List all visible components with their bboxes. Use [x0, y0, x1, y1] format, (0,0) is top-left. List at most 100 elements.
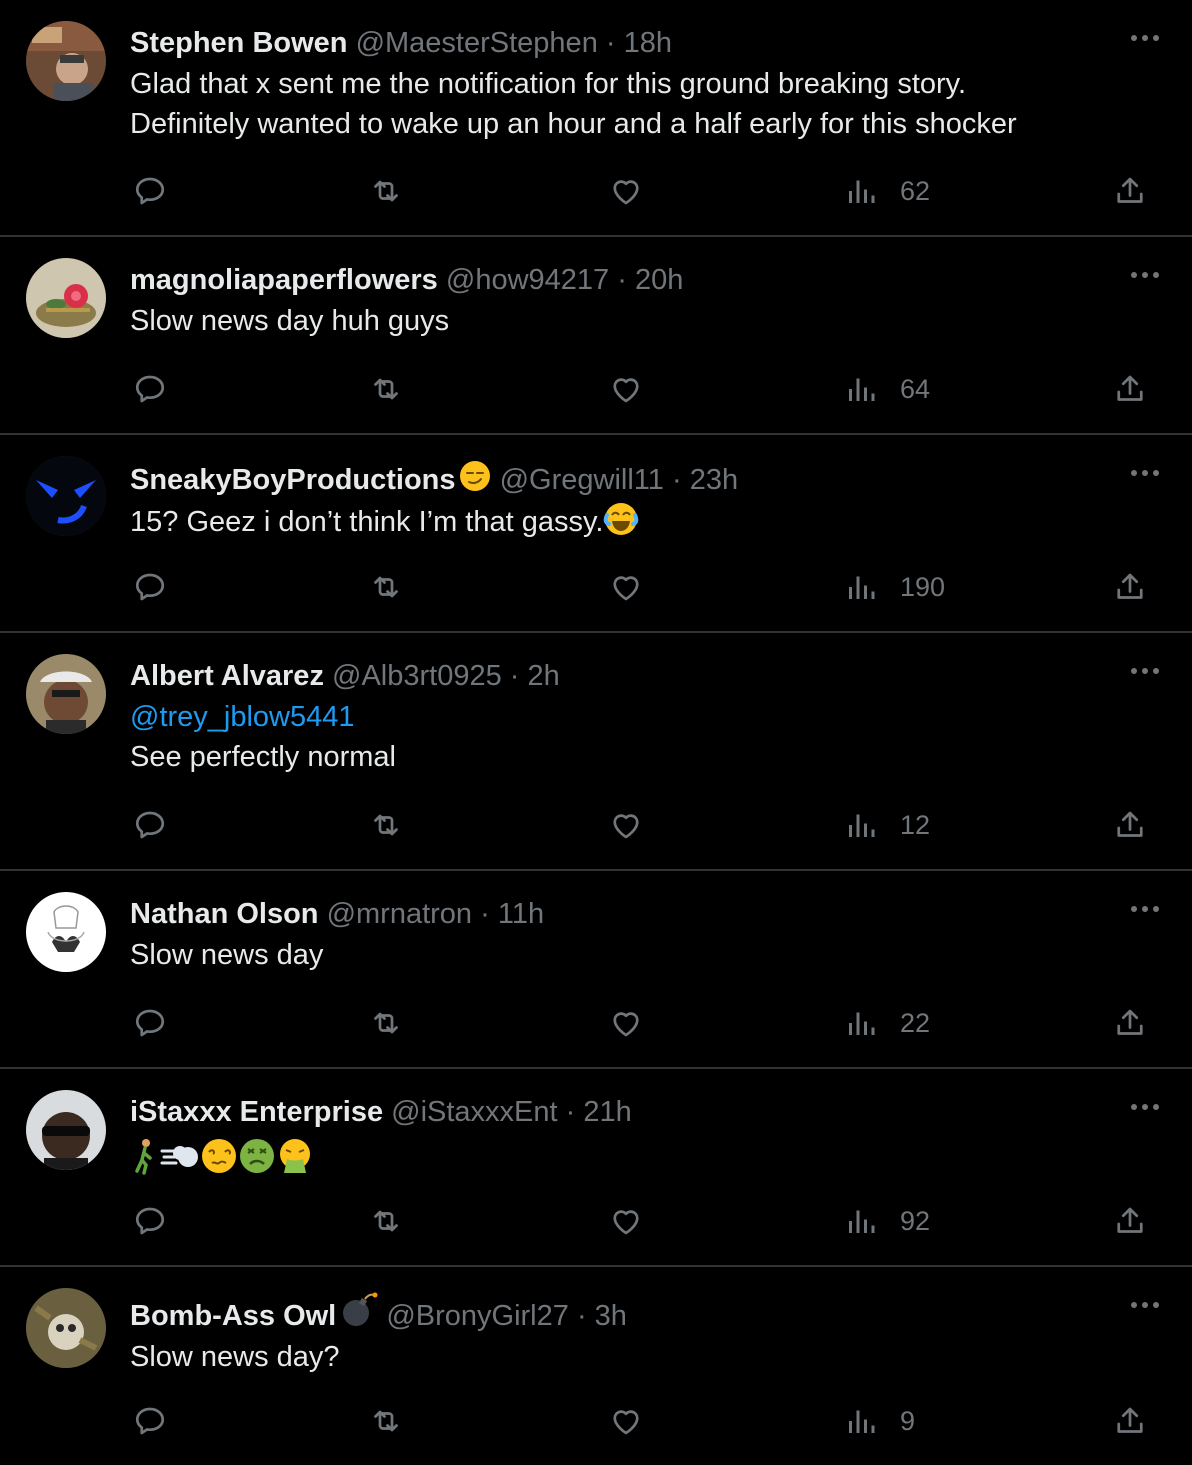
- heart-icon: [613, 180, 639, 205]
- handle[interactable]: @BronyGirl27: [386, 1300, 569, 1332]
- reply-button[interactable]: [132, 371, 168, 407]
- retweet-button[interactable]: [368, 807, 404, 843]
- more-options-icon[interactable]: [1128, 265, 1162, 285]
- reply-button[interactable]: [132, 1203, 168, 1239]
- tweet[interactable]: Albert Alvarez @Alb3rt0925 · 2h @trey_jb…: [0, 633, 1192, 871]
- action-bar: 190: [130, 569, 1148, 605]
- tweet[interactable]: Bomb-Ass Owl @BronyGirl27 · 3h Slow news…: [0, 1267, 1192, 1465]
- mention-link[interactable]: @trey_jblow5441: [130, 697, 1132, 737]
- tweet-text-line: Slow news day: [130, 939, 324, 971]
- action-bar: 62: [130, 173, 1148, 209]
- handle[interactable]: @iStaxxxEnt: [391, 1096, 557, 1128]
- handle[interactable]: @Gregwill11: [500, 464, 664, 496]
- views-button[interactable]: 62: [846, 173, 930, 209]
- reply-feed: Stephen Bowen @MaesterStephen · 18h Glad…: [0, 0, 1192, 1456]
- share-button[interactable]: [1112, 1403, 1148, 1439]
- more-options-icon[interactable]: [1128, 899, 1162, 919]
- views-button[interactable]: 9: [846, 1403, 915, 1439]
- like-button[interactable]: [608, 1403, 644, 1439]
- share-button[interactable]: [1112, 173, 1148, 209]
- timestamp[interactable]: 11h: [498, 898, 544, 930]
- handle[interactable]: @MaesterStephen: [356, 27, 598, 59]
- like-button[interactable]: [608, 173, 644, 209]
- view-count: 9: [900, 1405, 916, 1436]
- share-button[interactable]: [1112, 569, 1148, 605]
- avatar[interactable]: [26, 258, 106, 338]
- views-button[interactable]: 190: [846, 569, 945, 605]
- display-name[interactable]: Bomb-Ass Owl: [130, 1300, 336, 1332]
- views-button[interactable]: 92: [846, 1203, 930, 1239]
- reply-icon: [135, 375, 165, 403]
- retweet-button[interactable]: [368, 371, 404, 407]
- tweet-text: 15? Geez i don’t think I’m that gassy.: [130, 501, 1132, 542]
- views-button[interactable]: 22: [846, 1005, 930, 1041]
- more-options-icon[interactable]: [1128, 1295, 1162, 1315]
- views-button[interactable]: 12: [846, 807, 930, 843]
- reply-button[interactable]: [132, 173, 168, 209]
- like-button[interactable]: [608, 1005, 644, 1041]
- views-button[interactable]: 64: [846, 371, 930, 407]
- reply-button[interactable]: [132, 1005, 168, 1041]
- more-options-icon[interactable]: [1128, 28, 1162, 48]
- tweet[interactable]: Nathan Olson @mrnatron · 11h Slow news d…: [0, 871, 1192, 1069]
- avatar[interactable]: [26, 654, 106, 734]
- share-icon: [1117, 177, 1143, 203]
- retweet-button[interactable]: [368, 1005, 404, 1041]
- display-name[interactable]: Albert Alvarez: [130, 660, 324, 692]
- retweet-button[interactable]: [368, 569, 404, 605]
- share-button[interactable]: [1112, 807, 1148, 843]
- smirk-emoji-icon: [459, 461, 490, 491]
- tweet[interactable]: SneakyBoyProductions @Gregwill11 · 23h 1…: [0, 435, 1192, 633]
- display-name[interactable]: magnoliapaperflowers: [130, 264, 438, 296]
- share-icon: [1117, 1009, 1143, 1035]
- handle[interactable]: @mrnatron: [327, 898, 472, 930]
- reply-button[interactable]: [132, 807, 168, 843]
- separator-dot: ·: [565, 1096, 576, 1128]
- handle[interactable]: @how94217: [446, 264, 609, 296]
- more-options-icon[interactable]: [1128, 463, 1162, 483]
- retweet-button[interactable]: [368, 1203, 404, 1239]
- display-name[interactable]: Nathan Olson: [130, 898, 319, 930]
- like-button[interactable]: [608, 371, 644, 407]
- heart-icon: [613, 1410, 639, 1435]
- tweet[interactable]: iStaxxx Enterprise @iStaxxxEnt · 21h 92: [0, 1069, 1192, 1267]
- more-options-icon[interactable]: [1128, 661, 1162, 681]
- reply-button[interactable]: [132, 1403, 168, 1439]
- share-icon: [1117, 573, 1143, 599]
- share-button[interactable]: [1112, 1203, 1148, 1239]
- tears-of-joy-emoji-icon: [604, 503, 639, 535]
- more-options-icon[interactable]: [1128, 1097, 1162, 1117]
- timestamp[interactable]: 23h: [690, 464, 738, 496]
- timestamp[interactable]: 21h: [583, 1096, 631, 1128]
- bar-chart-icon: [849, 814, 875, 837]
- display-name[interactable]: iStaxxx Enterprise: [130, 1096, 383, 1128]
- avatar[interactable]: [26, 1288, 106, 1368]
- avatar[interactable]: [26, 892, 106, 972]
- like-button[interactable]: [608, 569, 644, 605]
- like-button[interactable]: [608, 1203, 644, 1239]
- dizzy-face-emoji-icon: [202, 1139, 236, 1173]
- display-name[interactable]: Stephen Bowen: [130, 27, 348, 59]
- timestamp[interactable]: 2h: [528, 660, 560, 692]
- timestamp[interactable]: 3h: [595, 1300, 627, 1332]
- avatar[interactable]: [26, 21, 106, 101]
- retweet-icon: [374, 180, 398, 202]
- bar-chart-icon: [849, 378, 875, 401]
- share-icon: [1117, 1407, 1143, 1433]
- retweet-icon: [374, 1410, 398, 1432]
- tweet[interactable]: magnoliapaperflowers @how94217 · 20h Slo…: [0, 237, 1192, 435]
- share-button[interactable]: [1112, 371, 1148, 407]
- avatar[interactable]: [26, 456, 106, 536]
- reply-button[interactable]: [132, 569, 168, 605]
- share-button[interactable]: [1112, 1005, 1148, 1041]
- retweet-button[interactable]: [368, 1403, 404, 1439]
- timestamp[interactable]: 18h: [624, 27, 672, 59]
- timestamp[interactable]: 20h: [635, 264, 683, 296]
- like-button[interactable]: [608, 807, 644, 843]
- retweet-button[interactable]: [368, 173, 404, 209]
- avatar[interactable]: [26, 1090, 106, 1170]
- view-count: 64: [900, 373, 931, 404]
- handle[interactable]: @Alb3rt0925: [332, 660, 502, 692]
- display-name[interactable]: SneakyBoyProductions: [130, 464, 456, 496]
- tweet[interactable]: Stephen Bowen @MaesterStephen · 18h Glad…: [0, 0, 1192, 237]
